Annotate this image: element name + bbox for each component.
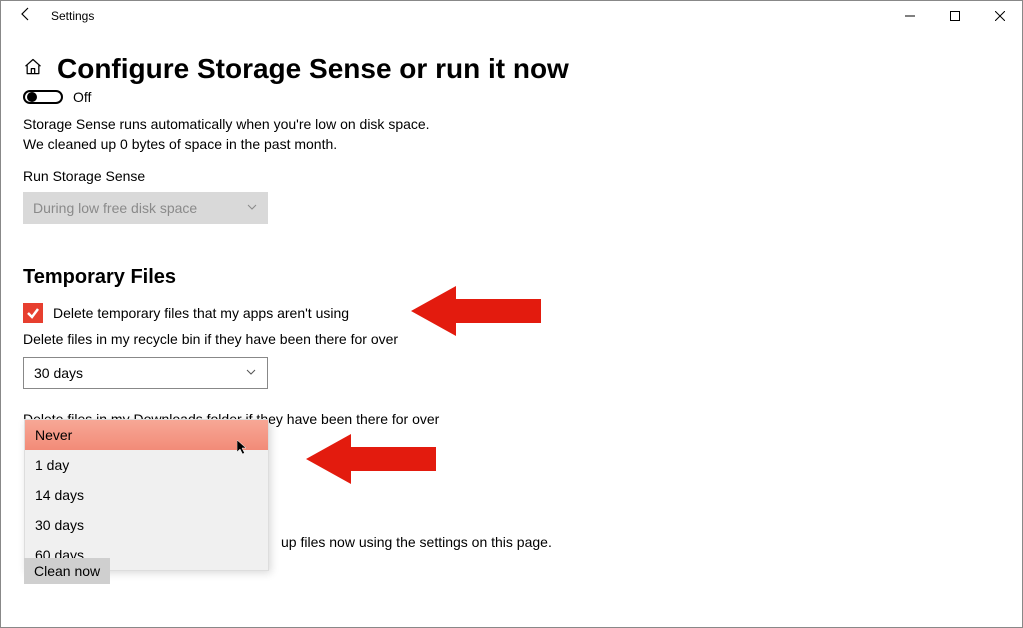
- dropdown-option-30days[interactable]: 30 days: [25, 510, 268, 540]
- titlebar: Settings: [1, 1, 1022, 31]
- home-icon[interactable]: [23, 57, 43, 82]
- chevron-down-icon: [245, 365, 257, 381]
- page-heading: Configure Storage Sense or run it now: [57, 53, 569, 85]
- chevron-down-icon: [246, 200, 258, 216]
- dropdown-option-never[interactable]: Never: [25, 420, 268, 450]
- window-title: Settings: [51, 9, 94, 23]
- run-storage-sense-select[interactable]: During low free disk space: [23, 192, 268, 224]
- recycle-select-value: 30 days: [34, 365, 83, 381]
- run-storage-sense-label: Run Storage Sense: [23, 168, 1000, 184]
- minimize-button[interactable]: [887, 1, 932, 31]
- free-up-space-text-partial: up files now using the settings on this …: [281, 534, 552, 550]
- description-text: Storage Sense runs automatically when yo…: [23, 115, 1000, 154]
- delete-temp-files-checkbox[interactable]: [23, 303, 43, 323]
- storage-sense-toggle[interactable]: [23, 90, 63, 104]
- recycle-bin-select[interactable]: 30 days: [23, 357, 268, 389]
- close-button[interactable]: [977, 1, 1022, 31]
- checkbox-label: Delete temporary files that my apps aren…: [53, 305, 349, 321]
- window-buttons: [887, 1, 1022, 31]
- back-button[interactable]: [1, 6, 51, 27]
- toggle-state-label: Off: [73, 89, 91, 105]
- clean-now-button[interactable]: Clean now: [24, 558, 110, 584]
- annotation-arrow-2: [306, 429, 436, 494]
- downloads-select-dropdown: Never 1 day 14 days 30 days 60 days: [24, 419, 269, 571]
- dropdown-option-14days[interactable]: 14 days: [25, 480, 268, 510]
- maximize-button[interactable]: [932, 1, 977, 31]
- cursor-icon: [237, 440, 249, 461]
- dropdown-option-1day[interactable]: 1 day: [25, 450, 268, 480]
- run-select-value: During low free disk space: [33, 200, 197, 216]
- annotation-arrow-1: [411, 281, 541, 346]
